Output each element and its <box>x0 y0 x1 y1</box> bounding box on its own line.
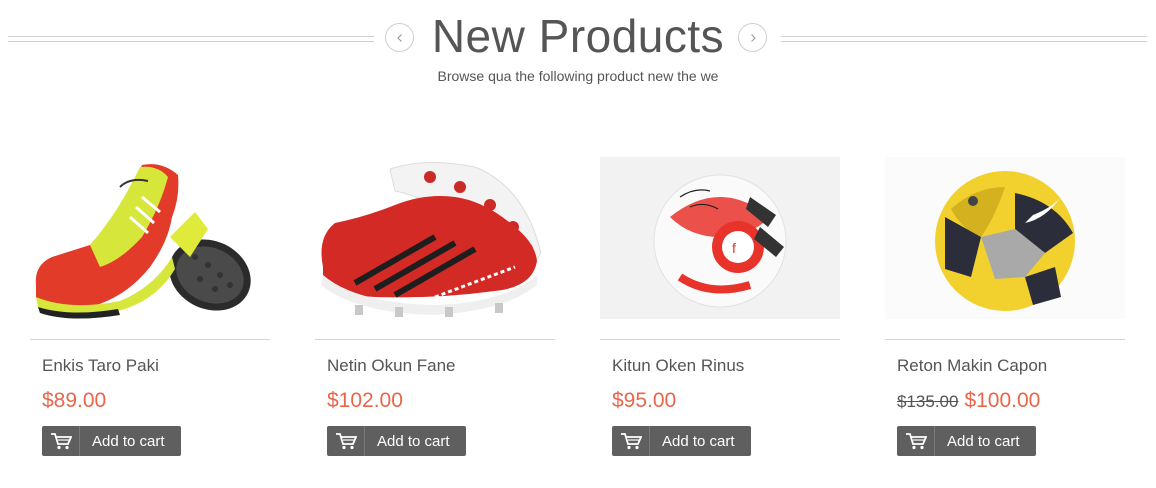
product-divider <box>885 339 1125 340</box>
product-name[interactable]: Reton Makin Capon <box>897 356 1125 376</box>
cart-icon <box>42 426 80 456</box>
product-image[interactable] <box>885 157 1125 319</box>
add-to-cart-button[interactable]: Add to cart <box>327 426 466 456</box>
add-to-cart-label: Add to cart <box>662 432 735 450</box>
product-card: Netin Okun Fane $102.00 Add to cart <box>315 157 555 456</box>
add-to-cart-button[interactable]: Add to cart <box>612 426 751 456</box>
add-to-cart-button[interactable]: Add to cart <box>42 426 181 456</box>
carousel-next-button[interactable] <box>738 23 767 52</box>
product-name[interactable]: Kitun Oken Rinus <box>612 356 840 376</box>
product-name[interactable]: Netin Okun Fane <box>327 356 555 376</box>
product-price: $95.00 <box>612 389 677 412</box>
product-image[interactable] <box>30 157 270 319</box>
product-price: $100.00 <box>964 389 1041 412</box>
product-name[interactable]: Enkis Taro Paki <box>42 356 270 376</box>
product-card: Enkis Taro Paki $89.00 Add to cart <box>30 157 270 456</box>
product-card: Reton Makin Capon $135.00 $100.00 Add to … <box>885 157 1125 456</box>
product-divider <box>315 339 555 340</box>
product-image[interactable]: f <box>600 157 840 319</box>
product-price-row: $102.00 <box>327 388 555 416</box>
cart-icon <box>612 426 650 456</box>
product-price: $89.00 <box>42 389 107 412</box>
add-to-cart-label: Add to cart <box>377 432 450 450</box>
add-to-cart-label: Add to cart <box>947 432 1020 450</box>
cart-icon <box>327 426 365 456</box>
product-card: f Kitun Oken Rinus $95.00 Add to cart <box>600 157 840 456</box>
title-rule-right <box>781 36 1147 42</box>
product-old-price: $135.00 <box>897 392 959 411</box>
add-to-cart-button[interactable]: Add to cart <box>897 426 1036 456</box>
chevron-right-icon <box>750 33 756 42</box>
svg-text:f: f <box>732 240 736 256</box>
cart-icon <box>897 426 935 456</box>
section-title: New Products <box>431 10 725 62</box>
product-price-row: $89.00 <box>42 388 270 416</box>
product-price-row: $95.00 <box>612 388 840 416</box>
title-rule-left <box>8 36 374 42</box>
add-to-cart-label: Add to cart <box>92 432 165 450</box>
product-divider <box>600 339 840 340</box>
product-image[interactable] <box>315 157 555 319</box>
product-price-row: $135.00 $100.00 <box>897 388 1125 416</box>
product-price: $102.00 <box>327 389 403 412</box>
product-divider <box>30 339 270 340</box>
section-subtitle: Browse qua the following product new the… <box>437 68 719 84</box>
